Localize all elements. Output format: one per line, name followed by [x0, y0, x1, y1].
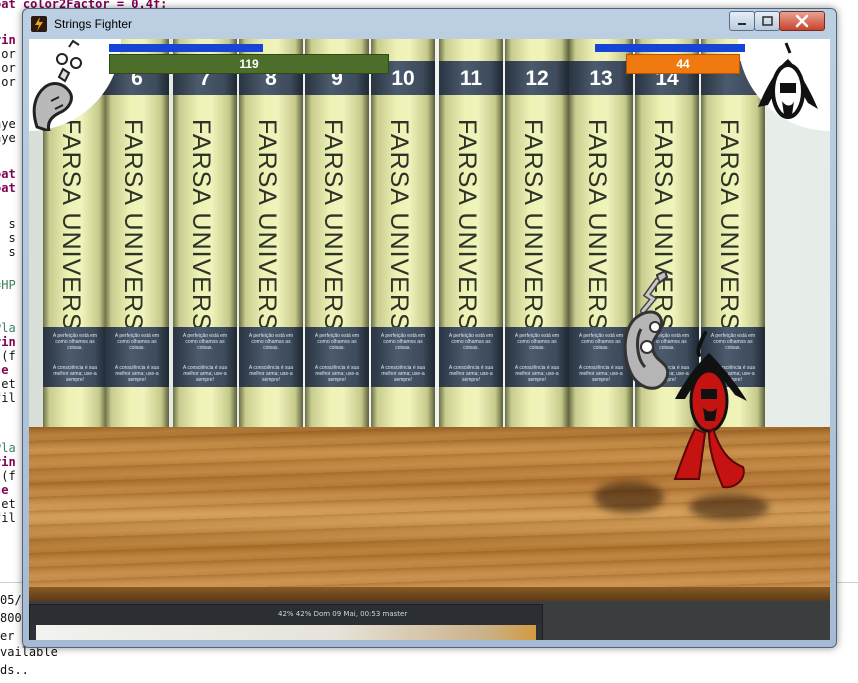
player2-power-bar	[595, 44, 745, 52]
book-spine: 7 FARSA UNIVERSAL A perfeição está em como…	[173, 39, 237, 439]
player2-fighter	[673, 331, 747, 489]
code-line: fil	[0, 391, 16, 405]
code-line: lor	[0, 47, 16, 61]
code-line: rin	[0, 455, 16, 469]
player1-power-bar	[109, 44, 263, 52]
code-line: =HP	[0, 278, 16, 292]
code-line: se	[0, 363, 9, 377]
player2-portrait	[738, 39, 830, 131]
close-button[interactable]	[779, 11, 825, 31]
minimize-button[interactable]	[729, 11, 755, 31]
code-line: rin	[0, 335, 16, 349]
book-spine-text: A perfeição está em como olhamos as cois…	[182, 333, 228, 351]
book-spine-text: A consciência é sua melhor arma; use-a s…	[380, 365, 426, 383]
window-title: Strings Fighter	[54, 17, 133, 31]
book-spine-text: A consciência é sua melhor arma; use-a s…	[182, 365, 228, 383]
window-titlebar[interactable]: Strings Fighter	[23, 9, 836, 39]
book-number: 12	[525, 67, 549, 90]
background-monitor: 42% 42% Dom 09 Mai, 00:53 master	[29, 604, 543, 640]
book-spine-text: A perfeição está em como olhamos as cois…	[114, 333, 160, 351]
maximize-button[interactable]	[754, 11, 780, 31]
code-line: t s	[0, 245, 16, 259]
code-line: oat	[0, 181, 16, 195]
code-line: set	[0, 377, 16, 391]
book-spine-text: A consciência é sua melhor arma; use-a s…	[514, 365, 560, 383]
code-line: aye	[0, 131, 16, 145]
book-number: 11	[459, 67, 483, 90]
book-spine: 12 FARSA UNIVERSAL A perfeição está em com…	[505, 39, 569, 439]
player2-health-bar: 44	[626, 54, 740, 74]
code-line: (f	[1, 469, 16, 483]
console-line: er	[0, 629, 15, 643]
book-spine-text: A consciência é sua melhor arma; use-a s…	[52, 365, 98, 383]
code-line: (f	[1, 349, 16, 363]
player1-health-bar: 119	[109, 54, 389, 74]
code-line: Pla	[0, 441, 16, 455]
code-line: fil	[0, 511, 16, 525]
book-spine-text: A consciência é sua melhor arma; use-a s…	[314, 365, 360, 383]
book-spine: 11 FARSA UNIVERSAL A perfeição está em com…	[439, 39, 503, 439]
game-viewport[interactable]: 5FARSA UNIVERSALA perfeição está em como…	[29, 39, 830, 640]
table-edge	[29, 587, 830, 601]
gray-string-fighter-portrait-icon	[32, 39, 82, 134]
player1-portrait	[29, 39, 121, 134]
monitor-taskbar-text: 42% 42% Dom 09 Mai, 00:53 master	[278, 610, 408, 618]
code-line: Pla	[0, 321, 16, 335]
console-line: ds..	[0, 663, 29, 677]
code-line: se	[0, 483, 9, 497]
code-line: lor	[0, 61, 16, 75]
book-spine-text: A perfeição está em como olhamos as cois…	[248, 333, 294, 351]
monitor-taskbar: 42% 42% Dom 09 Mai, 00:53 master	[30, 605, 542, 625]
book-spine-text: A perfeição está em como olhamos as cois…	[380, 333, 426, 351]
book-number: 13	[589, 67, 613, 90]
code-line: set	[0, 497, 16, 511]
book-spine: 8 FARSA UNIVERSAL A perfeição está em como…	[239, 39, 303, 439]
game-window: Strings Fighter 5FARSA UNIVERSALA perfei…	[22, 8, 837, 648]
monitor-image	[36, 625, 536, 640]
book-spine-text: A consciência é sua melhor arma; use-a s…	[248, 365, 294, 383]
book-spine-text: A perfeição está em como olhamos as cois…	[448, 333, 494, 351]
book-spine: 10 FARSA UNIVERSAL A perfeição está em com…	[371, 39, 435, 439]
black-string-fighter-portrait-icon	[758, 42, 818, 119]
book-spine-text: A consciência é sua melhor arma; use-a s…	[448, 365, 494, 383]
player1-shadow	[594, 481, 664, 513]
book-spine-text: A perfeição está em como olhamos as cois…	[314, 333, 360, 351]
app-icon	[31, 16, 47, 32]
code-line: oat	[0, 167, 16, 181]
code-line: t s	[0, 217, 16, 231]
book-spine-text: A consciência é sua melhor arma; use-a s…	[114, 365, 160, 383]
code-line: t s	[0, 231, 16, 245]
console-line: 800	[0, 611, 22, 625]
code-line: aye	[0, 117, 16, 131]
book-spine-text: A perfeição está em como olhamos as cois…	[514, 333, 560, 351]
book-spine: 9 FARSA UNIVERSAL A perfeição está em como…	[305, 39, 369, 439]
code-line: lor	[0, 75, 16, 89]
book-spine-text: A perfeição está em como olhamos as cois…	[52, 333, 98, 351]
code-line: rin	[0, 33, 16, 47]
